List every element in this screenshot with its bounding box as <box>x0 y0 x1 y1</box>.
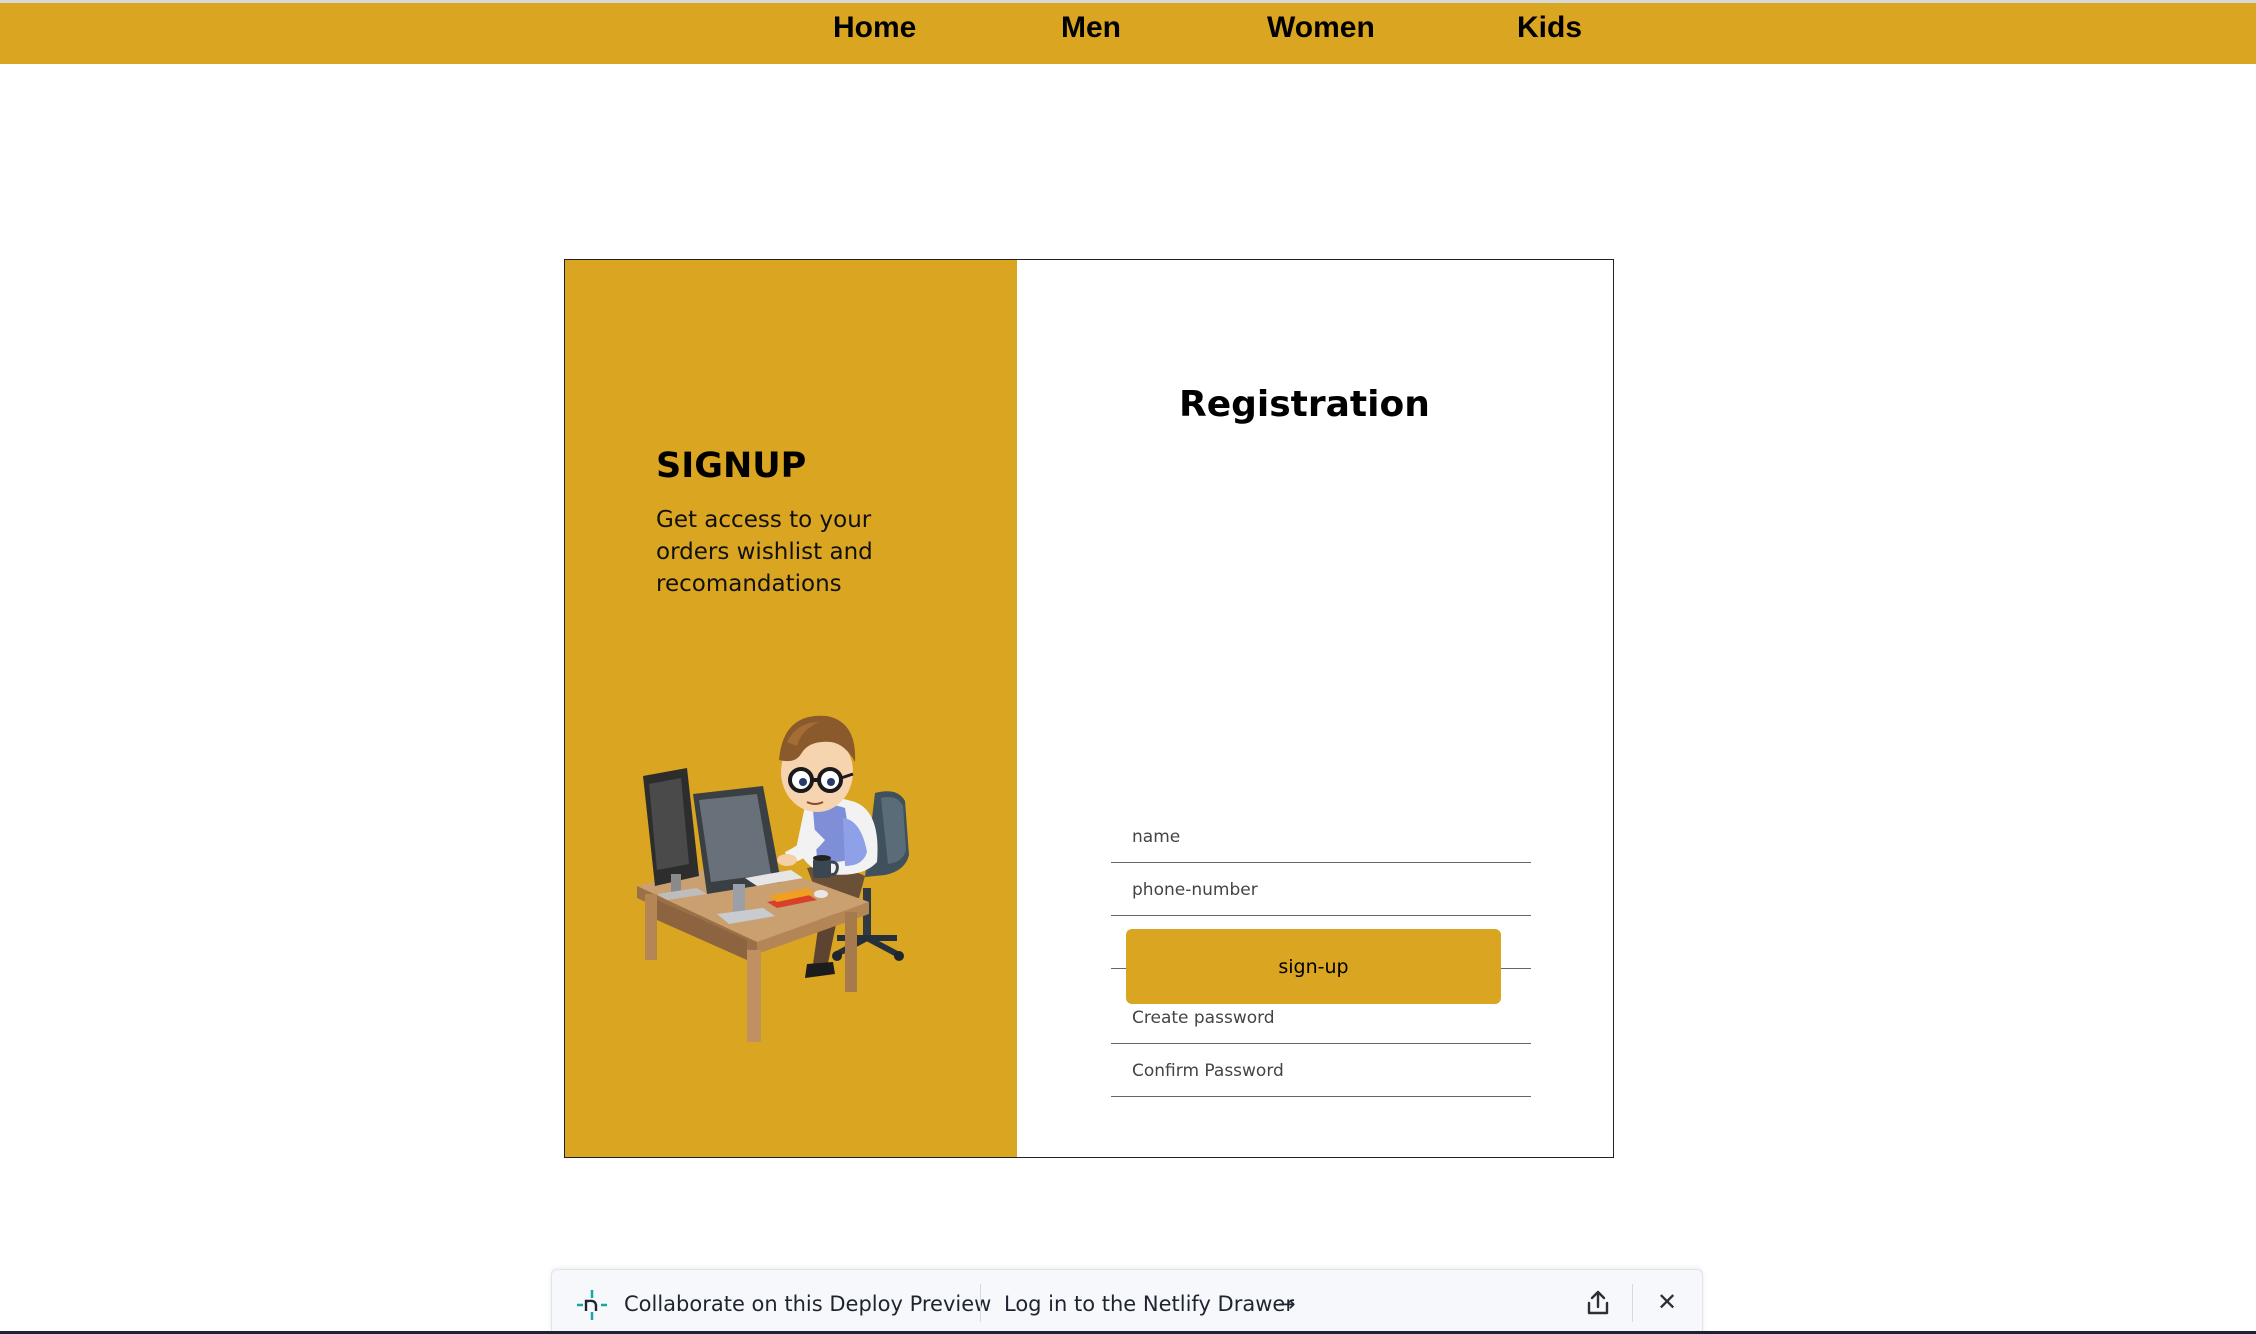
nav-link-kids[interactable]: Kids <box>1517 9 1582 47</box>
registration-heading: Registration <box>1179 384 1430 425</box>
netlify-logo-icon <box>577 1290 607 1320</box>
name-input[interactable] <box>1111 811 1531 863</box>
share-icon[interactable] <box>1583 1288 1613 1318</box>
netlify-deploy-preview-bar: Collaborate on this Deploy Preview Log i… <box>551 1269 1703 1334</box>
signup-description: Get access to your orders wishlist and r… <box>656 507 873 597</box>
close-icon[interactable]: ✕ <box>1653 1288 1681 1316</box>
nav-link-men[interactable]: Men <box>1061 9 1121 47</box>
netlify-drawer-login-link[interactable]: Log in to the Netlify Drawer <box>1004 1290 1294 1318</box>
person-at-computer-illustration <box>637 715 909 1042</box>
deploy-bar-divider <box>1632 1284 1633 1322</box>
deploy-bar-divider <box>980 1284 981 1322</box>
signup-submit-button[interactable]: sign-up <box>1126 929 1501 1004</box>
top-navbar: Home Men Women Kids <box>0 3 2256 64</box>
nav-link-women[interactable]: Women <box>1267 9 1375 47</box>
signup-card: SIGNUP Get access to your orders wishlis… <box>564 259 1614 1158</box>
collaborate-deploy-preview-link[interactable]: Collaborate on this Deploy Preview <box>624 1290 991 1318</box>
nav-link-home[interactable]: Home <box>833 9 916 47</box>
confirm-password-input[interactable] <box>1111 1045 1531 1097</box>
signup-heading: SIGNUP <box>656 446 807 486</box>
signup-side-panel: SIGNUP Get access to your orders wishlis… <box>565 260 1017 1157</box>
phone-number-input[interactable] <box>1111 864 1531 916</box>
arrow-right-icon: → <box>1278 1292 1296 1316</box>
